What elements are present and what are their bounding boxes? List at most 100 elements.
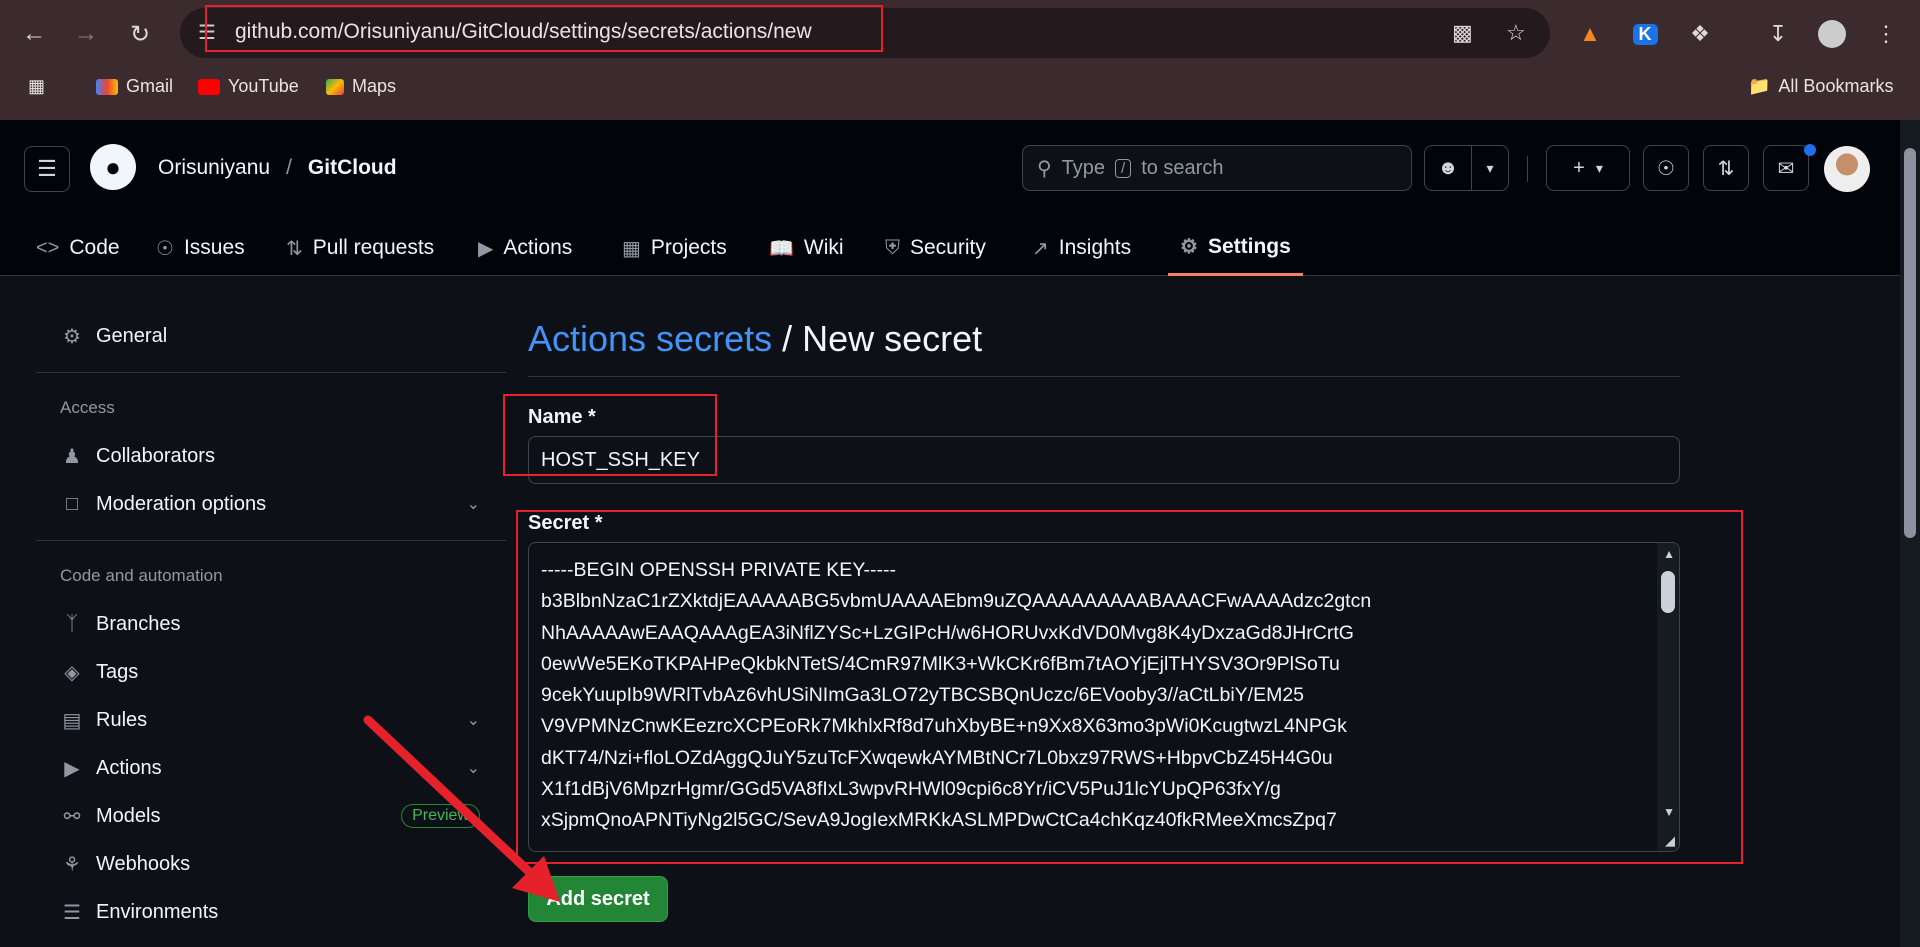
models-icon: ⚯: [63, 805, 81, 828]
avatar[interactable]: [1824, 146, 1870, 192]
site-settings-icon[interactable]: ☰: [198, 20, 216, 45]
sidebar-item-actions[interactable]: ▶ Actions ⌄: [60, 748, 500, 788]
code-icon: <>: [36, 236, 60, 259]
notification-dot: [1804, 144, 1816, 156]
breadcrumb-separator: /: [286, 156, 292, 179]
pull-request-icon: ⇅: [286, 237, 303, 260]
bookmark-label: YouTube: [228, 76, 299, 96]
sidebar-item-moderation[interactable]: □ Moderation options ⌄: [60, 484, 500, 524]
repo-header: ☰ ● Orisuniyanu / GitCloud ⚲ Type / to sea…: [0, 120, 1900, 276]
title-separator: /: [772, 318, 803, 359]
actions-secrets-link[interactable]: Actions secrets: [528, 318, 772, 359]
secret-value-textarea[interactable]: -----BEGIN OPENSSH PRIVATE KEY----- b3Bl…: [528, 542, 1680, 852]
back-icon[interactable]: ←: [14, 14, 54, 54]
sidebar-item-label: General: [96, 324, 168, 347]
address-bar[interactable]: ☰ github.com/Orisuniyanu/GitCloud/settin…: [180, 8, 1550, 58]
tab-projects[interactable]: ▦ Projects: [622, 220, 727, 276]
create-new-button[interactable]: + ▾: [1546, 145, 1630, 191]
sidebar-item-label: Branches: [96, 612, 181, 635]
forward-icon[interactable]: →: [66, 14, 106, 54]
tab-pull-requests[interactable]: ⇅ Pull requests: [286, 220, 434, 276]
tab-label: Insights: [1058, 236, 1132, 259]
resize-handle-icon[interactable]: ◢: [1665, 833, 1675, 849]
tab-security[interactable]: ⛨ Security: [885, 220, 986, 276]
extensions-puzzle-icon[interactable]: ❖: [1680, 14, 1720, 54]
profile-avatar-icon[interactable]: [1812, 14, 1852, 54]
url-text[interactable]: github.com/Orisuniyanu/GitCloud/settings…: [235, 20, 812, 44]
textarea-scrollbar[interactable]: ▲ ▼ ◢: [1657, 543, 1679, 851]
secret-name-input[interactable]: [528, 436, 1680, 484]
hamburger-menu-icon[interactable]: ☰: [24, 146, 70, 192]
tab-label: Settings: [1207, 234, 1291, 258]
page-scroll-thumb[interactable]: [1904, 148, 1916, 538]
search-shortcut-key: /: [1115, 158, 1132, 178]
tab-code[interactable]: <> Code: [36, 220, 120, 276]
bookmark-star-icon[interactable]: ☆: [1506, 20, 1526, 46]
people-icon: ♟: [63, 445, 81, 468]
chevron-down-icon[interactable]: ⌄: [467, 758, 480, 778]
owner-link[interactable]: Orisuniyanu: [158, 156, 270, 179]
sidebar-item-label: Rules: [96, 708, 148, 731]
all-bookmarks[interactable]: 📁 All Bookmarks: [1748, 76, 1893, 97]
maps-icon: [326, 78, 344, 95]
sidebar-item-label: Tags: [96, 660, 139, 683]
sidebar-item-collaborators[interactable]: ♟ Collaborators: [60, 436, 500, 476]
reload-icon[interactable]: ↻: [120, 14, 160, 54]
chevron-down-icon[interactable]: ⌄: [467, 494, 480, 514]
breadcrumb: Orisuniyanu / GitCloud: [158, 156, 397, 180]
sidebar-item-label: Environments: [96, 900, 219, 923]
github-logo-icon[interactable]: ●: [90, 144, 136, 190]
tab-wiki[interactable]: 📖 Wiki: [769, 220, 844, 276]
sidebar-item-webhooks[interactable]: ⚘ Webhooks: [60, 844, 500, 884]
apps-grid-icon[interactable]: ▦: [28, 76, 45, 97]
sidebar-item-branches[interactable]: ᛉ Branches: [60, 604, 500, 644]
bookmark-maps[interactable]: Maps: [326, 76, 396, 97]
title-divider: [528, 376, 1680, 377]
tab-issues[interactable]: ☉ Issues: [156, 220, 245, 276]
tab-label: Actions: [503, 236, 573, 259]
play-icon: ▶: [478, 237, 494, 260]
issues-icon[interactable]: ☉: [1643, 145, 1689, 191]
metamask-icon[interactable]: ▲: [1570, 14, 1610, 54]
all-bookmarks-label: All Bookmarks: [1778, 76, 1894, 96]
sidebar-item-tags[interactable]: ◈ Tags: [60, 652, 500, 692]
bookmark-youtube[interactable]: YouTube: [198, 76, 299, 97]
sidebar-item-rules[interactable]: ▤ Rules ⌄: [60, 700, 500, 740]
sidebar-item-general[interactable]: ⚙ General: [60, 316, 500, 356]
table-icon: ▦: [622, 237, 641, 260]
textarea-scroll-thumb[interactable]: [1661, 571, 1675, 613]
secret-value-text[interactable]: -----BEGIN OPENSSH PRIVATE KEY----- b3Bl…: [541, 555, 1641, 837]
downloads-icon[interactable]: ↧: [1758, 14, 1798, 54]
graph-icon: ↗: [1032, 237, 1049, 260]
copilot-button[interactable]: ☻: [1424, 145, 1472, 191]
add-secret-button[interactable]: Add secret: [528, 876, 668, 922]
sidebar-heading-access: Access: [60, 398, 115, 417]
sidebar-item-label: Models: [96, 804, 161, 827]
browser-menu-icon[interactable]: ⋮: [1866, 14, 1906, 54]
play-icon: ▶: [64, 757, 80, 780]
search-input[interactable]: ⚲ Type / to search: [1022, 145, 1412, 191]
issue-icon: ☉: [156, 237, 174, 260]
sidebar-item-environments[interactable]: ☰ Environments: [60, 892, 500, 932]
repo-tabs: <> Code ☉ Issues ⇅ Pull requests ▶ Actions ▦…: [0, 220, 1900, 276]
tab-label: Security: [910, 236, 986, 259]
tab-settings[interactable]: ⚙ Settings: [1168, 220, 1303, 276]
book-icon: 📖: [769, 237, 794, 260]
inbox-icon[interactable]: ✉: [1763, 145, 1809, 191]
tag-icon: ◈: [64, 661, 80, 684]
scroll-down-icon[interactable]: ▼: [1663, 805, 1675, 819]
scroll-up-icon[interactable]: ▲: [1663, 547, 1675, 561]
browser-chrome: ← → ↻ ☰ github.com/Orisuniyanu/GitCloud/…: [0, 0, 1920, 120]
copilot-dropdown-icon[interactable]: ▾: [1471, 145, 1509, 191]
chevron-down-icon[interactable]: ⌄: [467, 710, 480, 730]
sidebar-item-models[interactable]: ⚯ Models Preview: [60, 796, 500, 836]
secret-label: Secret *: [528, 512, 603, 534]
page-scrollbar[interactable]: [1900, 120, 1920, 947]
tab-insights[interactable]: ↗ Insights: [1032, 220, 1131, 276]
install-app-icon[interactable]: ▩: [1452, 20, 1473, 46]
bookmark-gmail[interactable]: Gmail: [96, 76, 173, 97]
repo-link[interactable]: GitCloud: [308, 156, 397, 179]
pull-requests-icon[interactable]: ⇅: [1703, 145, 1749, 191]
tab-actions[interactable]: ▶ Actions: [478, 220, 572, 276]
extension-k-icon[interactable]: K: [1625, 14, 1665, 54]
